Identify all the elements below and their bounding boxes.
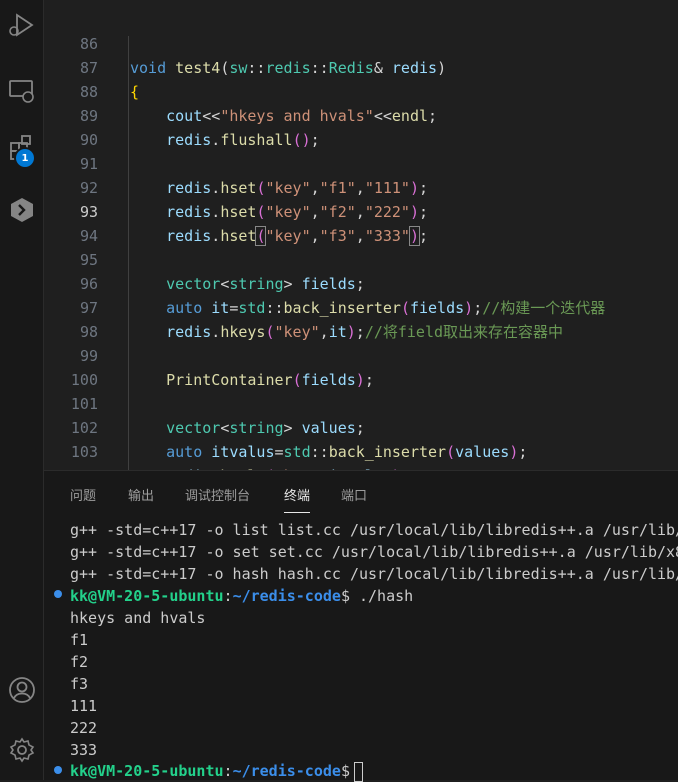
code-line[interactable]: 100 bbox=[44, 344, 678, 389]
command-status-dot[interactable] bbox=[54, 766, 62, 774]
prompt-user: kk@VM-20-5-ubuntu bbox=[70, 587, 224, 605]
prompt-path: ~/redis-code bbox=[232, 762, 341, 780]
code-line[interactable]: 98 bbox=[44, 296, 678, 341]
tab-output[interactable]: 输出 bbox=[128, 485, 154, 507]
extensions-badge: 1 bbox=[16, 149, 34, 167]
activity-bar: 1 bbox=[0, 0, 44, 780]
remote-explorer-icon[interactable] bbox=[0, 70, 44, 110]
terminal-cursor bbox=[353, 761, 363, 782]
tab-debug-console[interactable]: 调试控制台 bbox=[185, 485, 250, 507]
docker-icon[interactable] bbox=[0, 190, 44, 230]
code-line[interactable]: 91 redis.hset("key","f1","111"); bbox=[44, 128, 678, 197]
code-line[interactable]: 101 vector<string> values; bbox=[44, 368, 678, 437]
code-line[interactable]: 103 redis.hvals("key",itvalus); bbox=[44, 416, 678, 470]
terminal-output-line: 111 bbox=[70, 697, 98, 715]
terminal-line: g++ -std=c++17 -o set set.cc /usr/local/… bbox=[70, 543, 678, 561]
prompt-symbol: $ bbox=[340, 762, 350, 780]
prompt-command: ./hash bbox=[349, 587, 414, 605]
terminal-output-line: f2 bbox=[70, 653, 89, 671]
code-line[interactable]: 87 { bbox=[44, 32, 678, 101]
tab-ports[interactable]: 端口 bbox=[341, 485, 367, 507]
run-debug-icon[interactable] bbox=[0, 5, 44, 45]
prompt-symbol: $ bbox=[340, 587, 350, 605]
code-line[interactable]: 89 redis.flushall(); bbox=[44, 80, 678, 149]
terminal-output-line: f1 bbox=[70, 631, 89, 649]
account-icon[interactable] bbox=[0, 670, 44, 710]
code-line[interactable]: 92 redis.hset("key","f2","222"); bbox=[44, 152, 678, 221]
terminal-output-line: 333 bbox=[70, 741, 98, 759]
prompt-user: kk@VM-20-5-ubuntu bbox=[70, 762, 224, 780]
tab-terminal[interactable]: 终端 bbox=[284, 485, 311, 513]
code-line-active[interactable]: 93 redis.hset("key","f3","333"); bbox=[44, 176, 678, 246]
code-line[interactable]: 97 redis.hkeys("key",it);//将field取出来存在容器… bbox=[44, 272, 678, 341]
code-line[interactable]: 102 auto itvalus=std::back_inserter(valu… bbox=[44, 392, 678, 461]
prompt-path: ~/redis-code bbox=[232, 587, 341, 605]
terminal-prompt-line[interactable]: kk@VM-20-5-ubuntu:~/redis-code$ bbox=[70, 760, 363, 782]
code-line[interactable]: 96 auto it=std::back_inserter(fields);//… bbox=[44, 248, 678, 317]
code-line[interactable]: 86 void test4(sw::redis::Redis& redis) bbox=[44, 8, 678, 77]
code-line[interactable]: 95 vector<string> fields; bbox=[44, 224, 678, 293]
terminal-line: g++ -std=c++17 -o hash hash.cc /usr/loca… bbox=[70, 565, 678, 583]
terminal-output-line: hkeys and hvals bbox=[70, 609, 206, 627]
terminal-output-line: f3 bbox=[70, 675, 89, 693]
code-editor[interactable]: 86 void test4(sw::redis::Redis& redis) 8… bbox=[44, 0, 678, 470]
tab-problems[interactable]: 问题 bbox=[70, 485, 96, 507]
prompt-separator: : bbox=[223, 762, 233, 780]
prompt-separator: : bbox=[223, 587, 233, 605]
terminal-output-line: 222 bbox=[70, 719, 98, 737]
code-line[interactable]: 88 cout<<"hkeys and hvals"<<endl; bbox=[44, 56, 678, 125]
code-line[interactable]: 94 bbox=[44, 200, 678, 245]
settings-gear-icon[interactable] bbox=[0, 730, 44, 770]
terminal-line: g++ -std=c++17 -o list list.cc /usr/loca… bbox=[70, 521, 678, 539]
bottom-panel: 问题 输出 调试控制台 终端 端口 g++ -std=c++17 -o list… bbox=[44, 470, 678, 782]
code-line[interactable]: 99 PrintContainer(fields); bbox=[44, 320, 678, 389]
terminal-prompt-line: kk@VM-20-5-ubuntu:~/redis-code$ ./hash bbox=[70, 585, 413, 607]
command-status-dot[interactable] bbox=[54, 590, 62, 598]
code-line[interactable]: 90 bbox=[44, 104, 678, 149]
code-line[interactable]: 104 PrintContainer(values); bbox=[44, 440, 678, 470]
